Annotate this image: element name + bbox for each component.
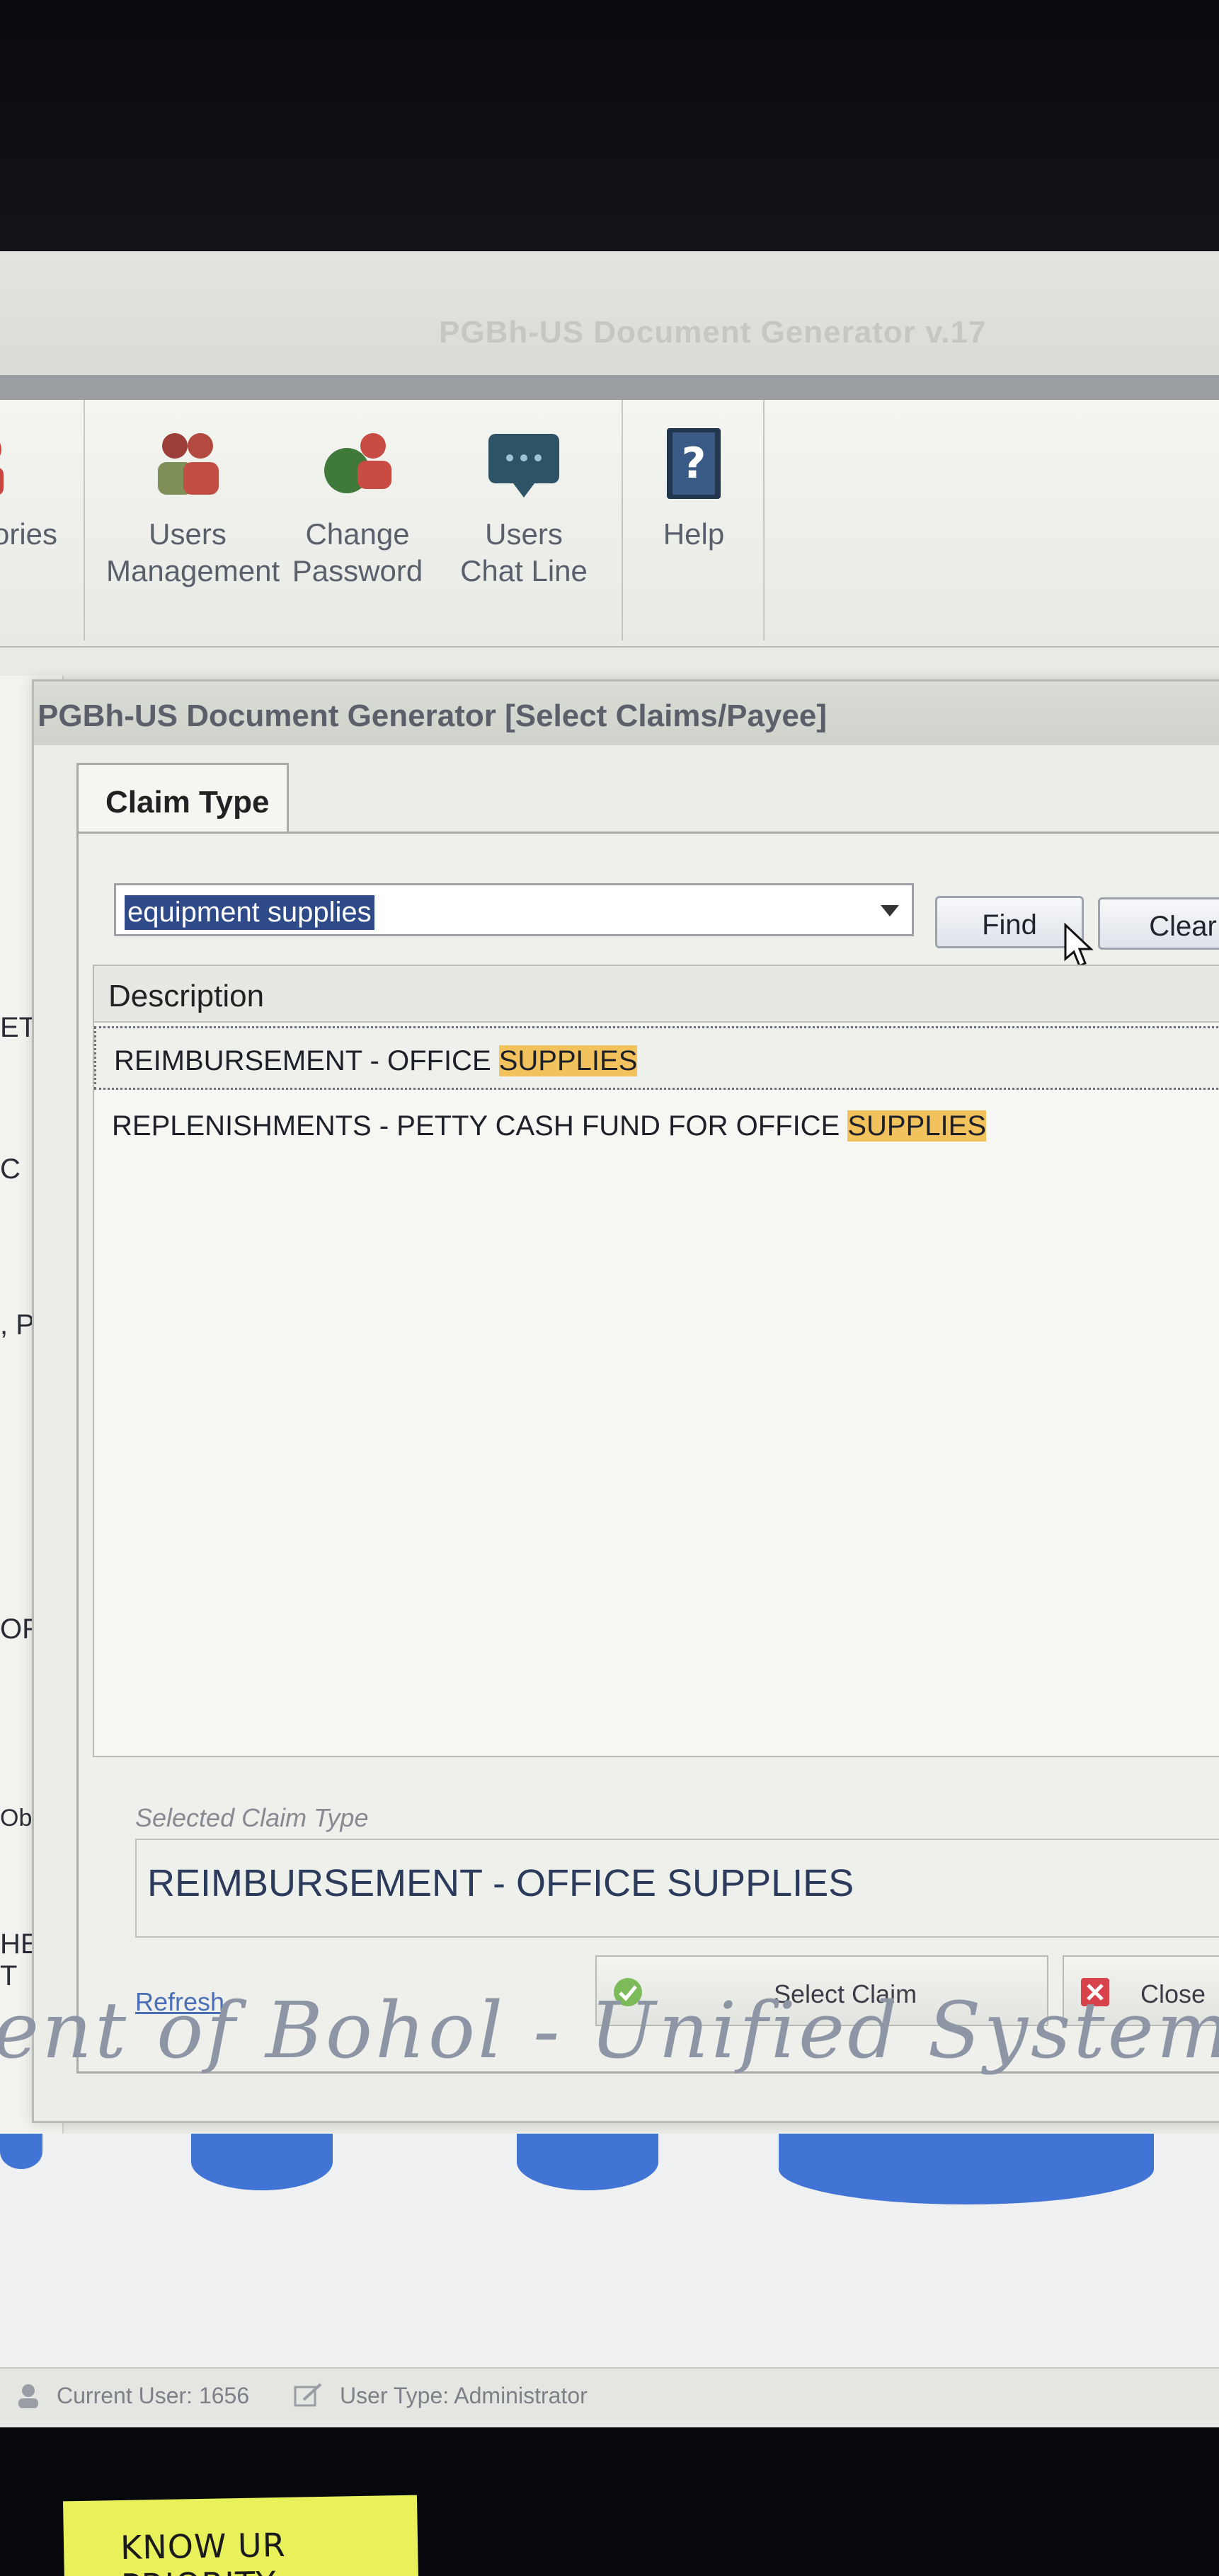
row-text: REIMBURSEMENT - OFFICE [114,1045,499,1076]
dialog-title: PGBh-US Document Generator [Select Claim… [34,682,1219,745]
change-password-icon [324,433,391,493]
decor-shape [517,2134,658,2190]
decor-shape [779,2134,1154,2204]
row-highlight: SUPPLIES [498,1045,638,1076]
monitor-bezel-top [0,0,1219,255]
claim-search-value: equipment supplies [125,895,374,930]
sticky-note: KNOW UR PRIORITY [62,2495,419,2576]
row-highlight: SUPPLIES [847,1110,987,1142]
help-icon: ? [667,428,721,499]
users-management-button[interactable]: Users Management [106,421,280,590]
users-chat-line-button[interactable]: Users Chat Line [453,421,595,590]
chat-line-icon [488,434,559,498]
users-chat-line-label-1: Users [485,517,563,551]
user-type-status: User Type: Administrator [340,2383,588,2408]
change-password-button[interactable]: Change Password [283,421,432,590]
svg-text:?: ? [682,439,706,488]
ribbon-partial-label: ories [0,517,58,551]
claim-type-grid: Description REIMBURSEMENT - OFFICE SUPPL… [93,965,1219,1757]
app-title: PGBh-US Document Generator v.17 [439,315,987,350]
tab-claim-type[interactable]: Claim Type [76,763,289,834]
bg-fragment-3: , P [0,1309,35,1340]
table-row[interactable]: REIMBURSEMENT - OFFICE SUPPLIES [94,1026,1219,1090]
users-management-label-2: Management [106,554,280,587]
app-title-bar: PGBh-US Document Generator v.17 [0,251,1219,393]
column-header-description[interactable]: Description [94,966,1219,1023]
current-user-status: Current User: 1656 [57,2383,250,2408]
select-claims-dialog: PGBh-US Document Generator [Select Claim… [32,679,1219,2123]
ribbon-partial-button[interactable]: ories [0,421,57,553]
selected-claim-type-value: REIMBURSEMENT - OFFICE SUPPLIES [135,1839,1219,1938]
ribbon-group-users: Users Management Change Password Users C… [85,400,623,640]
screen: PGBh-US Document Generator v.17 ories Us… [0,251,1219,2431]
change-password-label-2: Password [292,554,423,587]
chevron-down-icon[interactable] [881,905,899,916]
bg-fragment-1: ET [0,1012,37,1043]
claim-search-combobox[interactable]: equipment supplies [114,883,914,936]
change-password-label-1: Change [305,517,410,551]
clear-button[interactable]: Clear [1098,897,1219,950]
status-bar: Current User: 1656 User Type: Administra… [0,2367,1219,2420]
selected-claim-type-label: Selected Claim Type [135,1803,369,1832]
users-management-icon [158,433,219,495]
ribbon-strip [0,375,1219,400]
edit-icon [294,2383,322,2407]
user-icon [18,2384,38,2408]
main-background [0,2134,1219,2403]
ribbon-toolbar: ories Users Management Change Password U… [0,400,1219,648]
decor-shape [191,2134,333,2190]
decor-shape [0,2134,42,2169]
users-chat-line-label-2: Chat Line [460,554,588,587]
bg-fragment-2: C [0,1154,21,1185]
users-management-label-1: Users [149,517,227,551]
claim-type-panel: equipment supplies Find Clear Descriptio… [76,832,1219,2074]
row-text: REPLENISHMENTS - PETTY CASH FUND FOR OFF… [112,1110,848,1142]
ribbon-group-help: ? Help [623,400,765,640]
help-label: Help [663,517,725,551]
help-button[interactable]: ? Help [637,421,750,553]
ribbon-group-left: ories [0,400,85,640]
partial-user-icon [0,442,4,495]
table-row[interactable]: REPLENISHMENTS - PETTY CASH FUND FOR OFF… [94,1093,1219,1157]
background-banner-text: ent of Bohol - Unified System Do [0,1985,1219,2076]
